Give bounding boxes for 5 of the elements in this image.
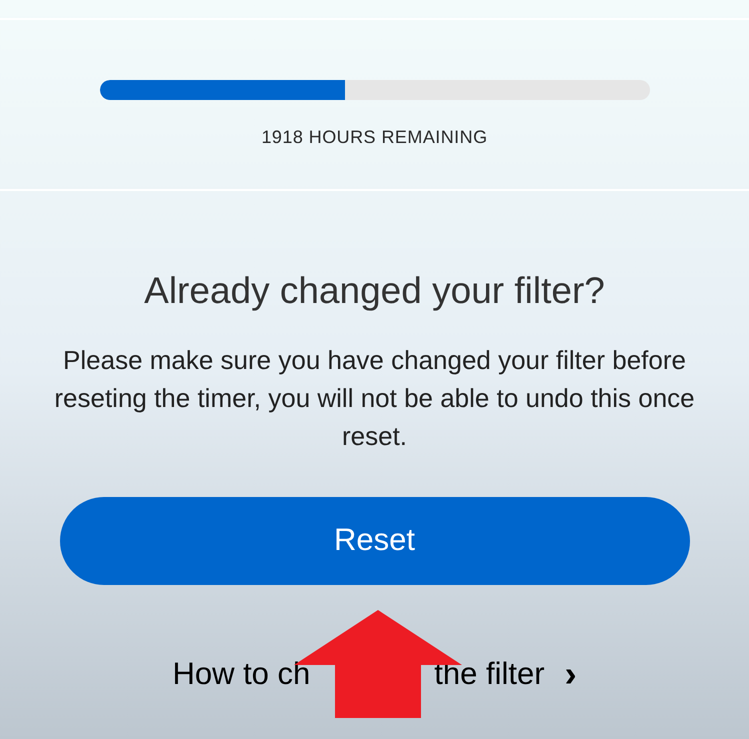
heading: Already changed your filter?: [144, 269, 605, 313]
help-link[interactable]: How to ch the filter ›: [172, 650, 577, 697]
hours-remaining: 1918 HOURS REMAINING: [261, 126, 488, 149]
reset-button[interactable]: Reset: [60, 496, 690, 584]
message: Please make sure you have changed your filter before reseting the timer, you will not be able to undo this once reset.: [53, 344, 696, 452]
